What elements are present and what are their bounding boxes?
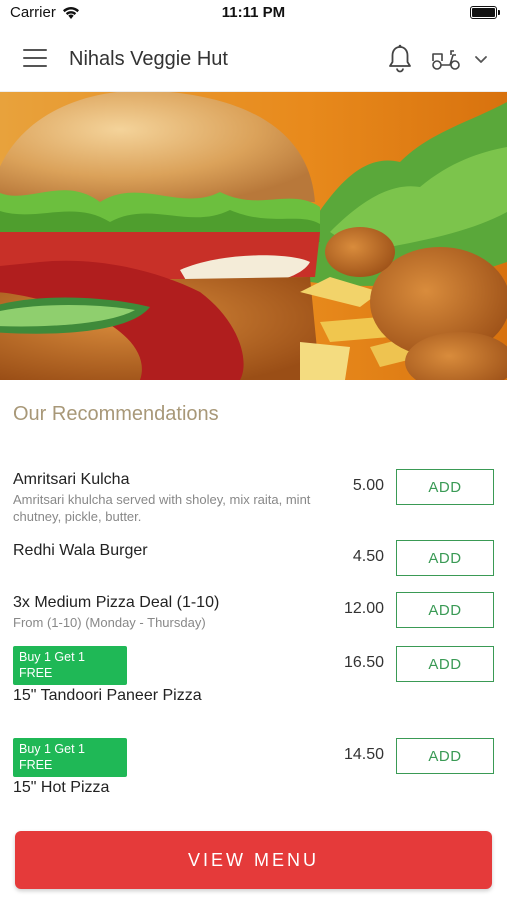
- scooter-icon[interactable]: [430, 46, 462, 72]
- item-name: 15" Hot Pizza: [13, 779, 110, 796]
- list-item: Redhi Wala Burger 4.50 ADD: [0, 538, 507, 578]
- item-name: Amritsari Kulcha: [13, 471, 130, 488]
- restaurant-title: Nihals Veggie Hut: [69, 48, 228, 70]
- chevron-down-icon[interactable]: [472, 50, 490, 68]
- item-price: 5.00: [352, 477, 384, 494]
- add-button[interactable]: ADD: [396, 738, 494, 774]
- menu-icon[interactable]: [23, 49, 47, 67]
- add-button[interactable]: ADD: [396, 592, 494, 628]
- item-name: Redhi Wala Burger: [13, 542, 148, 559]
- status-bar: Carrier 11:11 PM: [0, 0, 507, 26]
- item-name: 3x Medium Pizza Deal (1-10): [13, 594, 220, 611]
- app-header: Nihals Veggie Hut: [0, 26, 507, 92]
- battery-icon: [470, 6, 500, 19]
- item-description: Amritsari khulcha served with sholey, mi…: [13, 492, 311, 524]
- item-price: 12.00: [343, 600, 384, 617]
- add-button[interactable]: ADD: [396, 469, 494, 505]
- bell-icon[interactable]: [386, 44, 414, 74]
- list-item: Amritsari Kulcha Amritsari khulcha serve…: [0, 467, 507, 527]
- section-title-recommendations: Our Recommendations: [13, 403, 219, 425]
- view-menu-button[interactable]: VIEW MENU: [15, 831, 492, 889]
- offer-badge: Buy 1 Get 1 FREE: [13, 738, 127, 777]
- item-name: 15" Tandoori Paneer Pizza: [13, 687, 202, 704]
- add-button[interactable]: ADD: [396, 646, 494, 682]
- item-description: From (1-10) (Monday - Thursday): [13, 615, 206, 630]
- list-item: 3x Medium Pizza Deal (1-10) From (1-10) …: [0, 590, 507, 632]
- item-price: 4.50: [352, 548, 384, 565]
- list-item: Buy 1 Get 1 FREE 15" Tandoori Paneer Piz…: [0, 644, 507, 708]
- add-button[interactable]: ADD: [396, 540, 494, 576]
- item-price: 14.50: [343, 746, 384, 763]
- list-item: Buy 1 Get 1 FREE 15" Hot Pizza 14.50 ADD: [0, 736, 507, 800]
- offer-badge: Buy 1 Get 1 FREE: [13, 646, 127, 685]
- status-time: 11:11 PM: [221, 4, 286, 21]
- item-price: 16.50: [343, 654, 384, 671]
- food-banner-image: [0, 92, 507, 380]
